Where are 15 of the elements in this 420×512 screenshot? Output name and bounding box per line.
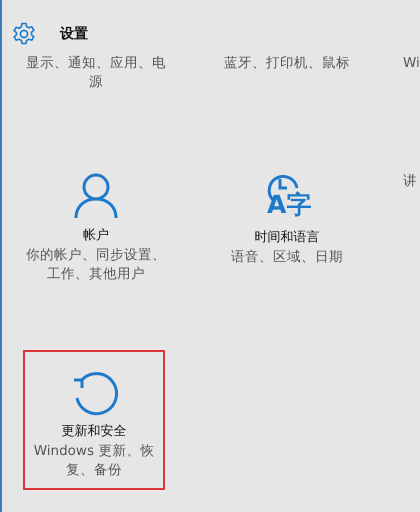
tile-title[interactable]: 时间和语言 (212, 228, 362, 248)
person-icon (72, 172, 120, 220)
tile-description: 你的帐户、同步设置、工作、其他用户 (25, 246, 167, 284)
tile-description: Wi (403, 54, 420, 73)
tile-title[interactable]: 帐户 (21, 226, 171, 246)
settings-icon[interactable] (12, 22, 36, 46)
tile-description: 讲 (403, 172, 418, 191)
page-title: 设置 (60, 24, 88, 44)
tile-description: 蓝牙、打印机、鼠标 (223, 54, 351, 73)
tile-title[interactable]: 更新和安全 (29, 422, 159, 442)
tile-description: 语音、区域、日期 (230, 248, 344, 267)
icon-glyph-text: A字 (267, 190, 312, 220)
highlight-frame[interactable]: 更新和安全 Windows 更新、恢复、备份 (23, 350, 165, 490)
tile-description: 显示、通知、应用、电源 (25, 54, 167, 92)
tile-description: Windows 更新、恢复、备份 (32, 442, 156, 480)
